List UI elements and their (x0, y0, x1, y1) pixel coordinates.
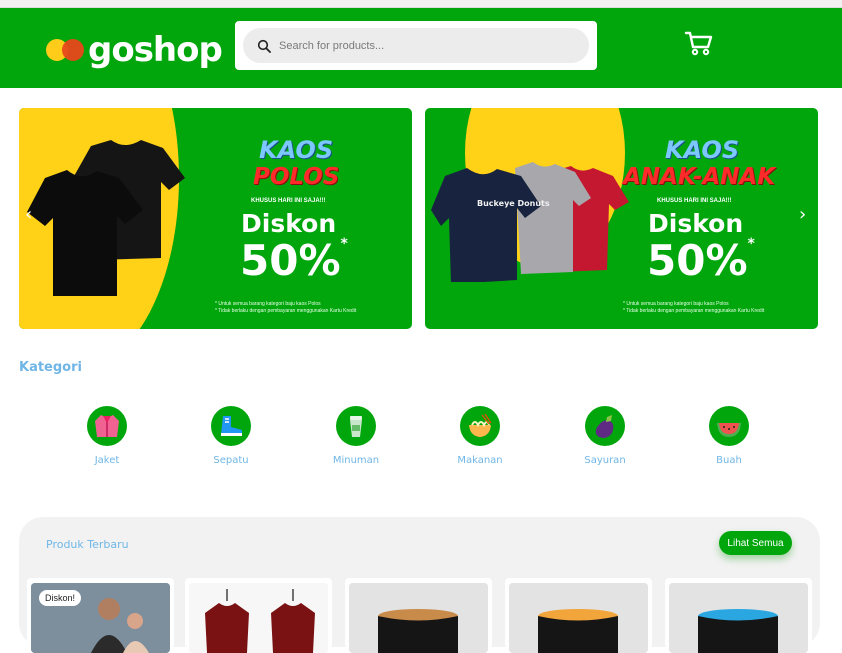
promo-banner-kaos-polos[interactable]: KAOS POLOS KHUSUS HARI INI SAJA!!! Disko… (19, 108, 412, 329)
goshop-logo[interactable]: goshop (46, 30, 223, 70)
product-card[interactable] (505, 578, 652, 653)
search-bar (235, 21, 597, 70)
shirt-print-text: Buckeye Donuts (477, 199, 550, 208)
logo-text: goshop (88, 30, 223, 70)
product-image (189, 583, 328, 653)
latest-products-section: Produk Terbaru Lihat Semua Diskon! (19, 517, 820, 653)
jacket-icon (87, 406, 127, 446)
kids-tshirts-image: Buckeye Donuts (431, 162, 629, 282)
category-label: Minuman (332, 455, 380, 466)
category-label: Sepatu (213, 455, 249, 466)
banner-note: * Untuk semua barang kategori baju kaos … (215, 301, 357, 314)
category-label: Sayuran (584, 455, 626, 466)
carousel-next-arrow[interactable]: › (799, 204, 806, 225)
search-pill (243, 28, 589, 63)
banner-title-line2: POLOS (253, 164, 340, 190)
search-input[interactable] (279, 39, 569, 52)
category-makanan[interactable]: Makanan (440, 406, 520, 466)
product-card[interactable]: Diskon! (27, 578, 174, 653)
carousel-prev-arrow[interactable]: ‹ (25, 204, 32, 225)
product-card[interactable] (185, 578, 332, 653)
logo-dot-orange (62, 39, 84, 61)
category-buah[interactable]: Buah (689, 406, 769, 466)
discount-badge: Diskon! (39, 590, 82, 606)
category-label: Makanan (457, 455, 503, 466)
category-jaket[interactable]: Jaket (67, 406, 147, 466)
banner-discount-value: 50%* (647, 236, 755, 285)
shoe-icon (211, 406, 251, 446)
search-icon (257, 39, 271, 53)
category-minuman[interactable]: Minuman (316, 406, 396, 466)
categories-title: Kategori (19, 360, 82, 375)
banner-discount-label: Diskon (648, 209, 744, 238)
category-label: Buah (716, 455, 742, 466)
promo-banner-kaos-anak[interactable]: Buckeye Donuts KAOS ANAK-ANAK KHUSUS HAR… (425, 108, 818, 329)
banner-subtitle: KHUSUS HARI INI SAJA!!! (251, 198, 326, 204)
product-image (669, 583, 808, 653)
black-tshirts-image (27, 140, 185, 296)
category-label: Jaket (94, 455, 120, 466)
banner-title-line1: KAOS (665, 136, 740, 164)
cart-icon[interactable] (684, 28, 714, 58)
product-card[interactable] (665, 578, 812, 653)
banner-subtitle: KHUSUS HARI INI SAJA!!! (657, 198, 732, 204)
banner-discount-label: Diskon (241, 209, 337, 238)
product-image (509, 583, 648, 653)
watermelon-icon (709, 406, 749, 446)
banner-title-line1: KAOS (259, 136, 334, 164)
browser-top-strip (0, 0, 842, 8)
category-sepatu[interactable]: Sepatu (191, 406, 271, 466)
eggplant-icon (585, 406, 625, 446)
site-header: goshop (0, 8, 842, 88)
category-sayuran[interactable]: Sayuran (565, 406, 645, 466)
see-all-button[interactable]: Lihat Semua (719, 531, 792, 555)
banner-discount-value: 50%* (240, 236, 348, 285)
product-card[interactable] (345, 578, 492, 653)
latest-products-title: Produk Terbaru (46, 538, 129, 551)
product-image (349, 583, 488, 653)
banner-note: * Untuk semua barang kategori baju kaos … (623, 301, 765, 314)
drink-icon (336, 406, 376, 446)
noodle-icon (460, 406, 500, 446)
banner-title-line2: ANAK-ANAK (623, 164, 776, 190)
